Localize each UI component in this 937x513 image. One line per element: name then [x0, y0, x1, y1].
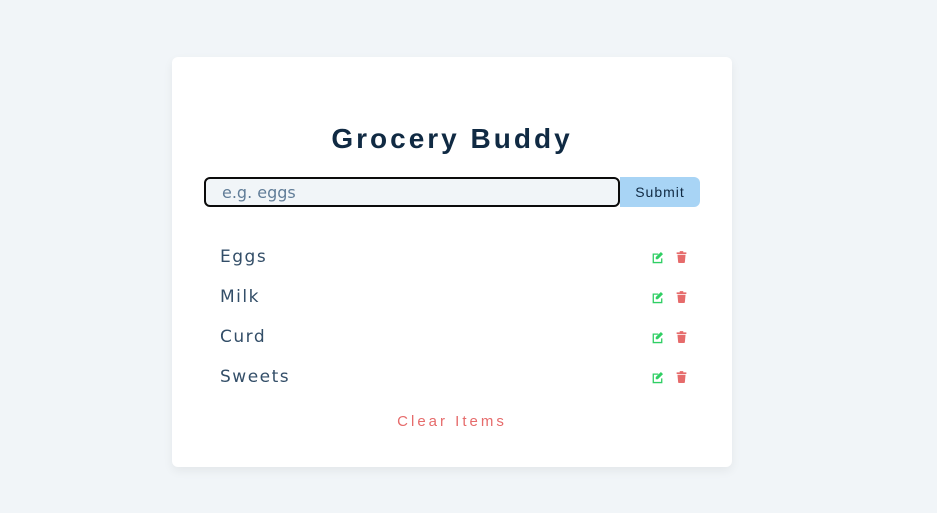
clear-items-button[interactable]: Clear Items [172, 413, 732, 430]
item-name: Eggs [220, 247, 268, 267]
submit-button[interactable]: Submit [620, 177, 700, 207]
grocery-form: Submit [204, 177, 700, 207]
item-name: Milk [220, 287, 260, 307]
trash-icon[interactable] [674, 330, 688, 344]
edit-icon[interactable] [650, 330, 664, 344]
grocery-card: Grocery Buddy Submit Eggs [172, 57, 732, 467]
list-item: Curd [220, 317, 690, 357]
grocery-list: Eggs Milk Curd Sweets [220, 237, 690, 397]
item-name: Sweets [220, 367, 291, 387]
item-actions [650, 250, 688, 264]
item-actions [650, 290, 688, 304]
item-actions [650, 370, 688, 384]
trash-icon[interactable] [674, 370, 688, 384]
trash-icon[interactable] [674, 290, 688, 304]
item-name: Curd [220, 327, 267, 347]
grocery-input[interactable] [204, 177, 620, 207]
list-item: Eggs [220, 237, 690, 277]
item-actions [650, 330, 688, 344]
app-title: Grocery Buddy [331, 123, 573, 154]
trash-icon[interactable] [674, 250, 688, 264]
list-item: Sweets [220, 357, 690, 397]
edit-icon[interactable] [650, 290, 664, 304]
list-item: Milk [220, 277, 690, 317]
edit-icon[interactable] [650, 250, 664, 264]
edit-icon[interactable] [650, 370, 664, 384]
